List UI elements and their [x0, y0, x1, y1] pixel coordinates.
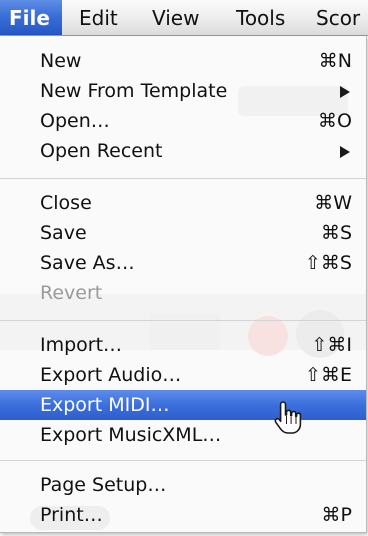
menu-item-label: Import… [40, 334, 123, 356]
menu-item-open[interactable]: Open… ⌘O [0, 106, 366, 136]
file-menu: New ⌘N New From Template Open… ⌘O Open R… [0, 36, 367, 533]
menu-item-revert: Revert [0, 278, 366, 308]
shortcut-label: ⌘W [314, 192, 352, 214]
menu-score[interactable]: Scor [316, 0, 360, 35]
menu-bar: File Edit View Tools Scor [0, 0, 368, 36]
menu-item-label: Page Setup… [40, 474, 167, 496]
menu-item-open-recent[interactable]: Open Recent [0, 136, 366, 166]
menu-item-export-midi[interactable]: Export MIDI… [0, 390, 366, 420]
menu-item-close[interactable]: Close ⌘W [0, 188, 366, 218]
menu-separator [0, 178, 366, 179]
menu-item-label: Revert [40, 282, 103, 304]
shortcut-label: ⌘P [321, 504, 352, 526]
menu-item-label: Open… [40, 110, 110, 132]
shortcut-label: ⇧⌘S [305, 252, 352, 274]
menu-item-label: Open Recent [40, 140, 163, 162]
menu-file[interactable]: File [0, 0, 62, 35]
menu-separator [0, 320, 366, 321]
shortcut-label: ⇧⌘I [311, 334, 352, 356]
menu-edit[interactable]: Edit [79, 0, 118, 35]
shortcut-label: ⇧⌘E [305, 364, 352, 386]
menu-item-label: Export MIDI… [40, 394, 170, 416]
submenu-arrow-icon [340, 86, 350, 98]
menu-item-export-musicxml[interactable]: Export MusicXML… [0, 420, 366, 450]
menu-item-label: New From Template [40, 80, 228, 102]
pointing-hand-cursor-icon [274, 401, 302, 434]
shortcut-label: ⌘N [318, 50, 352, 72]
menu-item-label: Export Audio… [40, 364, 182, 386]
shortcut-label: ⌘O [318, 110, 352, 132]
menu-item-new[interactable]: New ⌘N [0, 46, 366, 76]
shortcut-label: ⌘S [320, 222, 352, 244]
menu-item-import[interactable]: Import… ⇧⌘I [0, 330, 366, 360]
menu-item-page-setup[interactable]: Page Setup… [0, 470, 366, 500]
menu-item-label: Export MusicXML… [40, 424, 222, 446]
menu-item-label: Save [40, 222, 87, 244]
menu-item-new-from-template[interactable]: New From Template [0, 76, 366, 106]
menu-item-label: Print… [40, 504, 103, 526]
menu-view[interactable]: View [152, 0, 199, 35]
menu-item-save-as[interactable]: Save As… ⇧⌘S [0, 248, 366, 278]
screen: File Edit View Tools Scor New ⌘N New Fro… [0, 0, 368, 536]
menu-item-export-audio[interactable]: Export Audio… ⇧⌘E [0, 360, 366, 390]
menu-item-label: Save As… [40, 252, 135, 274]
menu-tools[interactable]: Tools [236, 0, 285, 35]
menu-item-save[interactable]: Save ⌘S [0, 218, 366, 248]
menu-item-label: Close [40, 192, 92, 214]
submenu-arrow-icon [340, 146, 350, 158]
menu-separator [0, 460, 366, 461]
menu-item-print[interactable]: Print… ⌘P [0, 500, 366, 530]
menu-item-label: New [40, 50, 82, 72]
